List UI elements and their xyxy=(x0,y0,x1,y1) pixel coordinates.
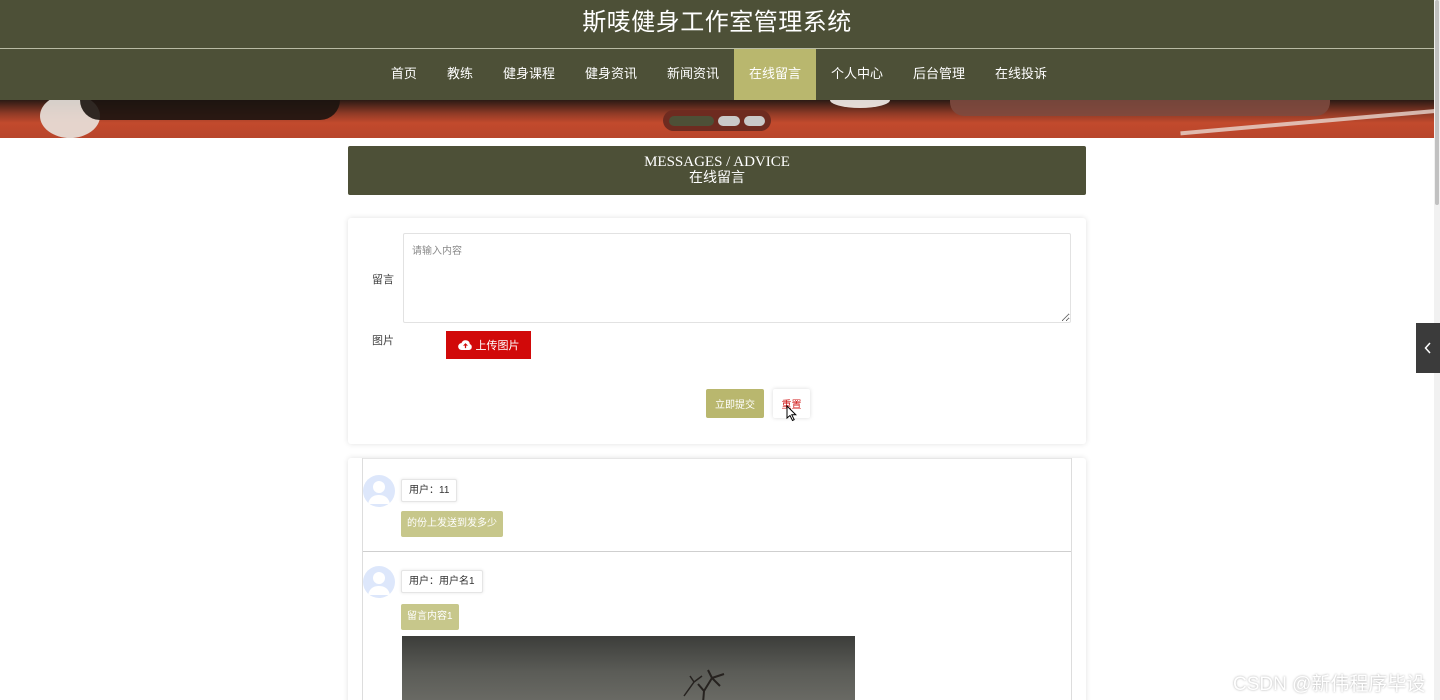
banner-shape xyxy=(950,100,1330,116)
scrollbar-thumb[interactable] xyxy=(1435,0,1439,205)
upload-button-label: 上传图片 xyxy=(475,340,520,352)
nav-item-home[interactable]: 首页 xyxy=(376,49,432,100)
banner-carousel xyxy=(0,100,1434,138)
carousel-dot-1[interactable] xyxy=(669,115,714,126)
chevron-left-icon xyxy=(1424,342,1431,354)
nav-item-coaches[interactable]: 教练 xyxy=(432,49,488,100)
nav-item-courses[interactable]: 健身课程 xyxy=(488,49,570,100)
message-image xyxy=(402,636,855,700)
message-content: 留言内容1 xyxy=(401,604,459,630)
user-avatar-icon xyxy=(363,475,395,507)
nav-item-profile[interactable]: 个人中心 xyxy=(816,49,898,100)
message-item: 用户：11 的份上发送到发多少 xyxy=(363,458,1071,552)
user-avatar-icon xyxy=(363,566,395,598)
message-label: 留言 xyxy=(372,274,394,286)
carousel-dot-3[interactable] xyxy=(743,115,766,126)
message-textarea[interactable] xyxy=(403,233,1071,323)
nav-item-admin[interactable]: 后台管理 xyxy=(898,49,980,100)
watermark: CSDN @新伟程序毕设 xyxy=(1233,674,1426,695)
main-nav: 首页 教练 健身课程 健身资讯 新闻资讯 在线留言 个人中心 后台管理 在线投诉 xyxy=(0,49,1434,100)
section-title-en: MESSAGES / ADVICE xyxy=(644,154,790,170)
top-header: 斯唛健身工作室管理系统 xyxy=(0,0,1434,48)
upload-image-button[interactable]: 上传图片 xyxy=(446,331,531,359)
nav-item-messages[interactable]: 在线留言 xyxy=(734,49,817,100)
message-list: 用户：11 的份上发送到发多少 用户：用户名1 留言内容1 xyxy=(348,458,1086,700)
carousel-indicators xyxy=(663,110,771,131)
message-user-tag: 用户：用户名1 xyxy=(401,570,483,593)
section-header: MESSAGES / ADVICE 在线留言 xyxy=(348,146,1086,195)
banner-shape xyxy=(830,100,890,108)
submit-button[interactable]: 立即提交 xyxy=(706,389,764,418)
nav-item-complaints[interactable]: 在线投诉 xyxy=(980,49,1062,100)
message-content: 的份上发送到发多少 xyxy=(401,511,503,537)
section-title-zh: 在线留言 xyxy=(689,171,745,186)
message-user-tag: 用户：11 xyxy=(401,479,458,502)
image-label: 图片 xyxy=(372,335,394,347)
cloud-upload-icon xyxy=(457,340,472,351)
message-item: 用户：用户名1 留言内容1 xyxy=(363,552,1071,700)
nav-item-news[interactable]: 新闻资讯 xyxy=(652,49,734,100)
mouse-cursor-icon xyxy=(786,405,797,422)
site-title: 斯唛健身工作室管理系统 xyxy=(582,9,852,36)
message-form: 留言 图片 上传图片 立即提交 重置 xyxy=(348,218,1086,444)
side-panel-toggle[interactable] xyxy=(1416,323,1440,373)
nav-item-fitness-news[interactable]: 健身资讯 xyxy=(570,49,652,100)
banner-shape xyxy=(80,100,340,120)
carousel-dot-2[interactable] xyxy=(717,115,740,126)
message-list-inner: 用户：11 的份上发送到发多少 用户：用户名1 留言内容1 xyxy=(362,458,1072,700)
